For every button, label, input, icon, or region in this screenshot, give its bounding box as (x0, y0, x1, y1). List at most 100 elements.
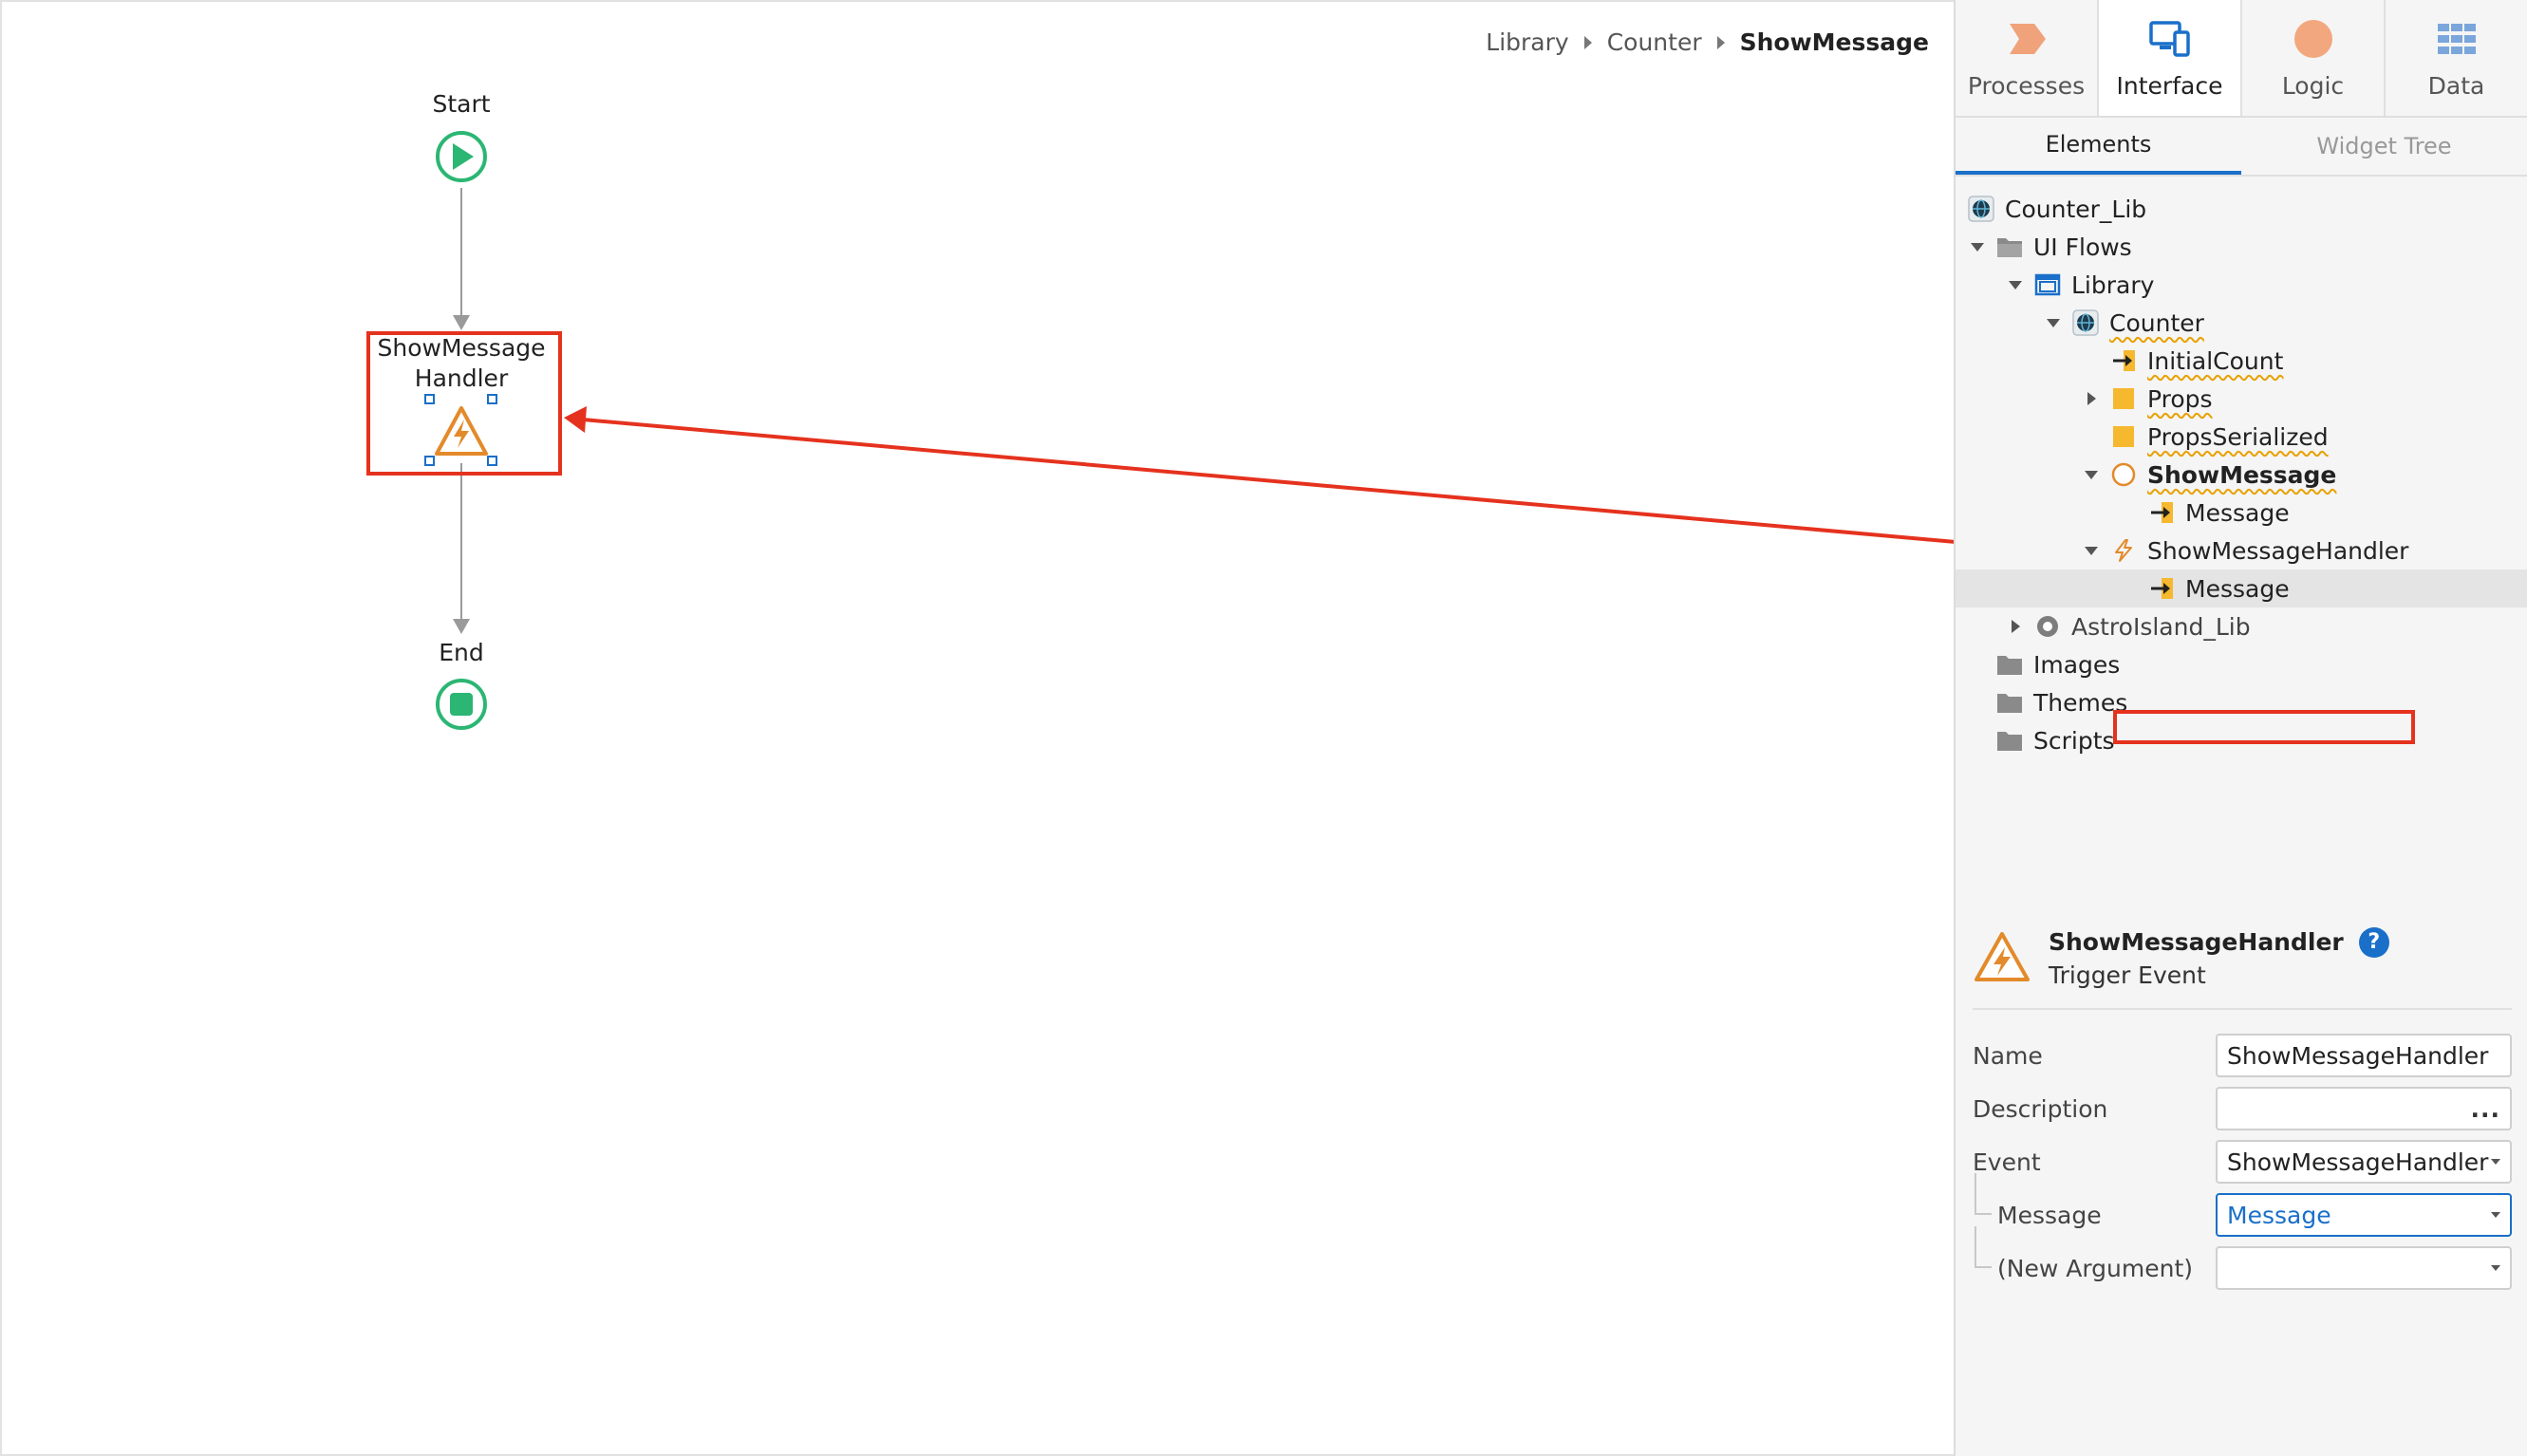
tab-processes[interactable]: Processes (1956, 0, 2099, 116)
description-ellipsis-button[interactable]: ... (2471, 1095, 2501, 1123)
collapse-caret-icon[interactable] (2081, 388, 2102, 409)
properties-panel: ShowMessageHandler ? Trigger Event Name … (1956, 907, 2527, 1295)
new-argument-dropdown[interactable] (2216, 1246, 2512, 1290)
tree-item-initialcount[interactable]: InitialCount (1956, 342, 2527, 380)
property-label: (New Argument) (1973, 1225, 2216, 1282)
expand-caret-icon[interactable] (2043, 312, 2064, 333)
tree-item-label: Scripts (2033, 726, 2115, 755)
data-grid-icon (2435, 17, 2479, 61)
collapse-caret-icon[interactable] (2005, 616, 2026, 637)
expand-caret-icon[interactable] (2081, 540, 2102, 561)
ui-flow-icon (2033, 271, 2062, 299)
annotation-arrowhead-icon (564, 406, 587, 433)
tree-item-label: UI Flows (2033, 233, 2132, 261)
trigger-event-icon (1973, 928, 2031, 987)
tab-data[interactable]: Data (2386, 0, 2527, 116)
tree-item-label: Message (2185, 574, 2290, 603)
tab-processes-label: Processes (1967, 72, 2086, 100)
property-description: Description ... (1973, 1082, 2512, 1135)
message-argument-dropdown[interactable]: Message (2216, 1193, 2512, 1237)
property-name: Name ShowMessageHandler (1973, 1029, 2512, 1082)
folder-icon (1995, 688, 2024, 717)
library-globe-icon (1967, 195, 1995, 223)
tree-item-showmessagehandler[interactable]: ShowMessageHandler (1956, 532, 2527, 569)
dropdown-caret-icon (2491, 1159, 2500, 1165)
structure-square-icon (2109, 422, 2138, 451)
tab-widget-tree[interactable]: Widget Tree (2241, 118, 2527, 175)
tree-item-images[interactable]: Images (1956, 645, 2527, 683)
tree-item-label: Counter_Lib (2005, 195, 2147, 223)
property-new-argument: (New Argument) (1973, 1225, 2512, 1295)
input-parameter-icon (2147, 498, 2176, 527)
expand-caret-icon[interactable] (1967, 236, 1988, 257)
event-dropdown[interactable]: ShowMessageHandler (2216, 1140, 2512, 1184)
end-label: End (439, 639, 484, 666)
properties-header: ShowMessageHandler ? Trigger Event (1973, 907, 2512, 1010)
tree-item-library[interactable]: Library (1956, 266, 2527, 304)
message-argument-value: Message (2227, 1201, 2331, 1229)
tree-item-label: Counter (2109, 308, 2204, 337)
end-connector-arrow-icon (453, 619, 470, 634)
tree-item-label: Library (2071, 271, 2155, 299)
structure-square-icon (2109, 384, 2138, 413)
input-parameter-icon (2109, 346, 2138, 375)
tree-item-counter[interactable]: Counter (1956, 304, 2527, 342)
tree-item-label: Message (2185, 498, 2290, 527)
tree-item-label: ShowMessage (2147, 460, 2337, 489)
dropdown-caret-icon (2491, 1265, 2500, 1271)
client-action-circle-icon (2109, 460, 2138, 489)
tree-item-astroisland-lib[interactable]: AstroIsland_Lib (1956, 607, 2527, 645)
tab-interface-label: Interface (2116, 72, 2223, 100)
tab-data-label: Data (2427, 72, 2485, 100)
property-label: Name (1973, 1041, 2043, 1070)
properties-title: ShowMessageHandler (2049, 928, 2344, 956)
flow-canvas[interactable]: Library Counter ShowMessage Start ShowMe… (0, 0, 1956, 1456)
folder-icon (1995, 726, 2024, 755)
tab-logic-label: Logic (2281, 72, 2345, 100)
tree-item-props[interactable]: Props (1956, 380, 2527, 418)
name-field-value: ShowMessageHandler (2227, 1041, 2489, 1070)
name-field[interactable]: ShowMessageHandler (2216, 1034, 2512, 1077)
tree-item-label: ShowMessageHandler (2147, 536, 2409, 565)
trigger-event-icon (2109, 536, 2138, 565)
expand-caret-icon[interactable] (2081, 464, 2102, 485)
tree-item-highlight (2113, 710, 2415, 744)
logic-circle-icon (2292, 17, 2335, 61)
help-icon[interactable]: ? (2358, 926, 2389, 958)
processes-chevron-icon (2005, 17, 2049, 61)
tree-item-propsserialized[interactable]: PropsSerialized (1956, 418, 2527, 456)
property-event: Event ShowMessageHandler (1973, 1135, 2512, 1188)
folder-open-icon (1995, 233, 2024, 261)
tree-item-label: InitialCount (2147, 346, 2284, 375)
tree-item-ui-flows[interactable]: UI Flows (1956, 228, 2527, 266)
tree-item-label: Props (2147, 384, 2213, 413)
tab-interface[interactable]: Interface (2099, 0, 2242, 116)
handler-label-line1: ShowMessage (377, 334, 546, 362)
new-argument-label: (New Argument) (1997, 1254, 2194, 1282)
tree-item-showmessage[interactable]: ShowMessage (1956, 456, 2527, 494)
dependency-circle-icon (2033, 612, 2062, 641)
properties-title-row: ShowMessageHandler ? (2049, 926, 2389, 958)
trigger-event-node-icon[interactable] (435, 406, 488, 456)
end-node-icon[interactable] (436, 679, 487, 730)
sub-tabs: Elements Widget Tree (1956, 118, 2527, 177)
tree-item-label: Images (2033, 650, 2121, 679)
properties-subtitle: Trigger Event (2049, 961, 2206, 989)
start-connector-arrow-icon (453, 315, 470, 330)
tree-item-counter-lib[interactable]: Counter_Lib (1956, 190, 2527, 228)
annotation-arrow (582, 418, 1956, 545)
expand-caret-icon[interactable] (2005, 274, 2026, 295)
tab-elements[interactable]: Elements (1956, 118, 2241, 175)
start-node-icon[interactable] (436, 131, 487, 182)
tree-item-handler-message[interactable]: Message (1956, 569, 2527, 607)
message-argument-label: Message (1997, 1201, 2102, 1229)
description-field[interactable]: ... (2216, 1087, 2512, 1130)
start-label: Start (432, 90, 491, 118)
tab-logic[interactable]: Logic (2242, 0, 2386, 116)
right-panel: Processes Interface Logic Data Elements … (1954, 0, 2527, 1456)
top-tabs: Processes Interface Logic Data (1956, 0, 2527, 118)
tree-connector-line (1975, 1172, 1992, 1215)
tree-item-showmessage-message[interactable]: Message (1956, 494, 2527, 532)
interface-devices-icon (2148, 17, 2192, 61)
element-tree: Counter_Lib UI Flows Library Counter Ini… (1956, 177, 2527, 759)
